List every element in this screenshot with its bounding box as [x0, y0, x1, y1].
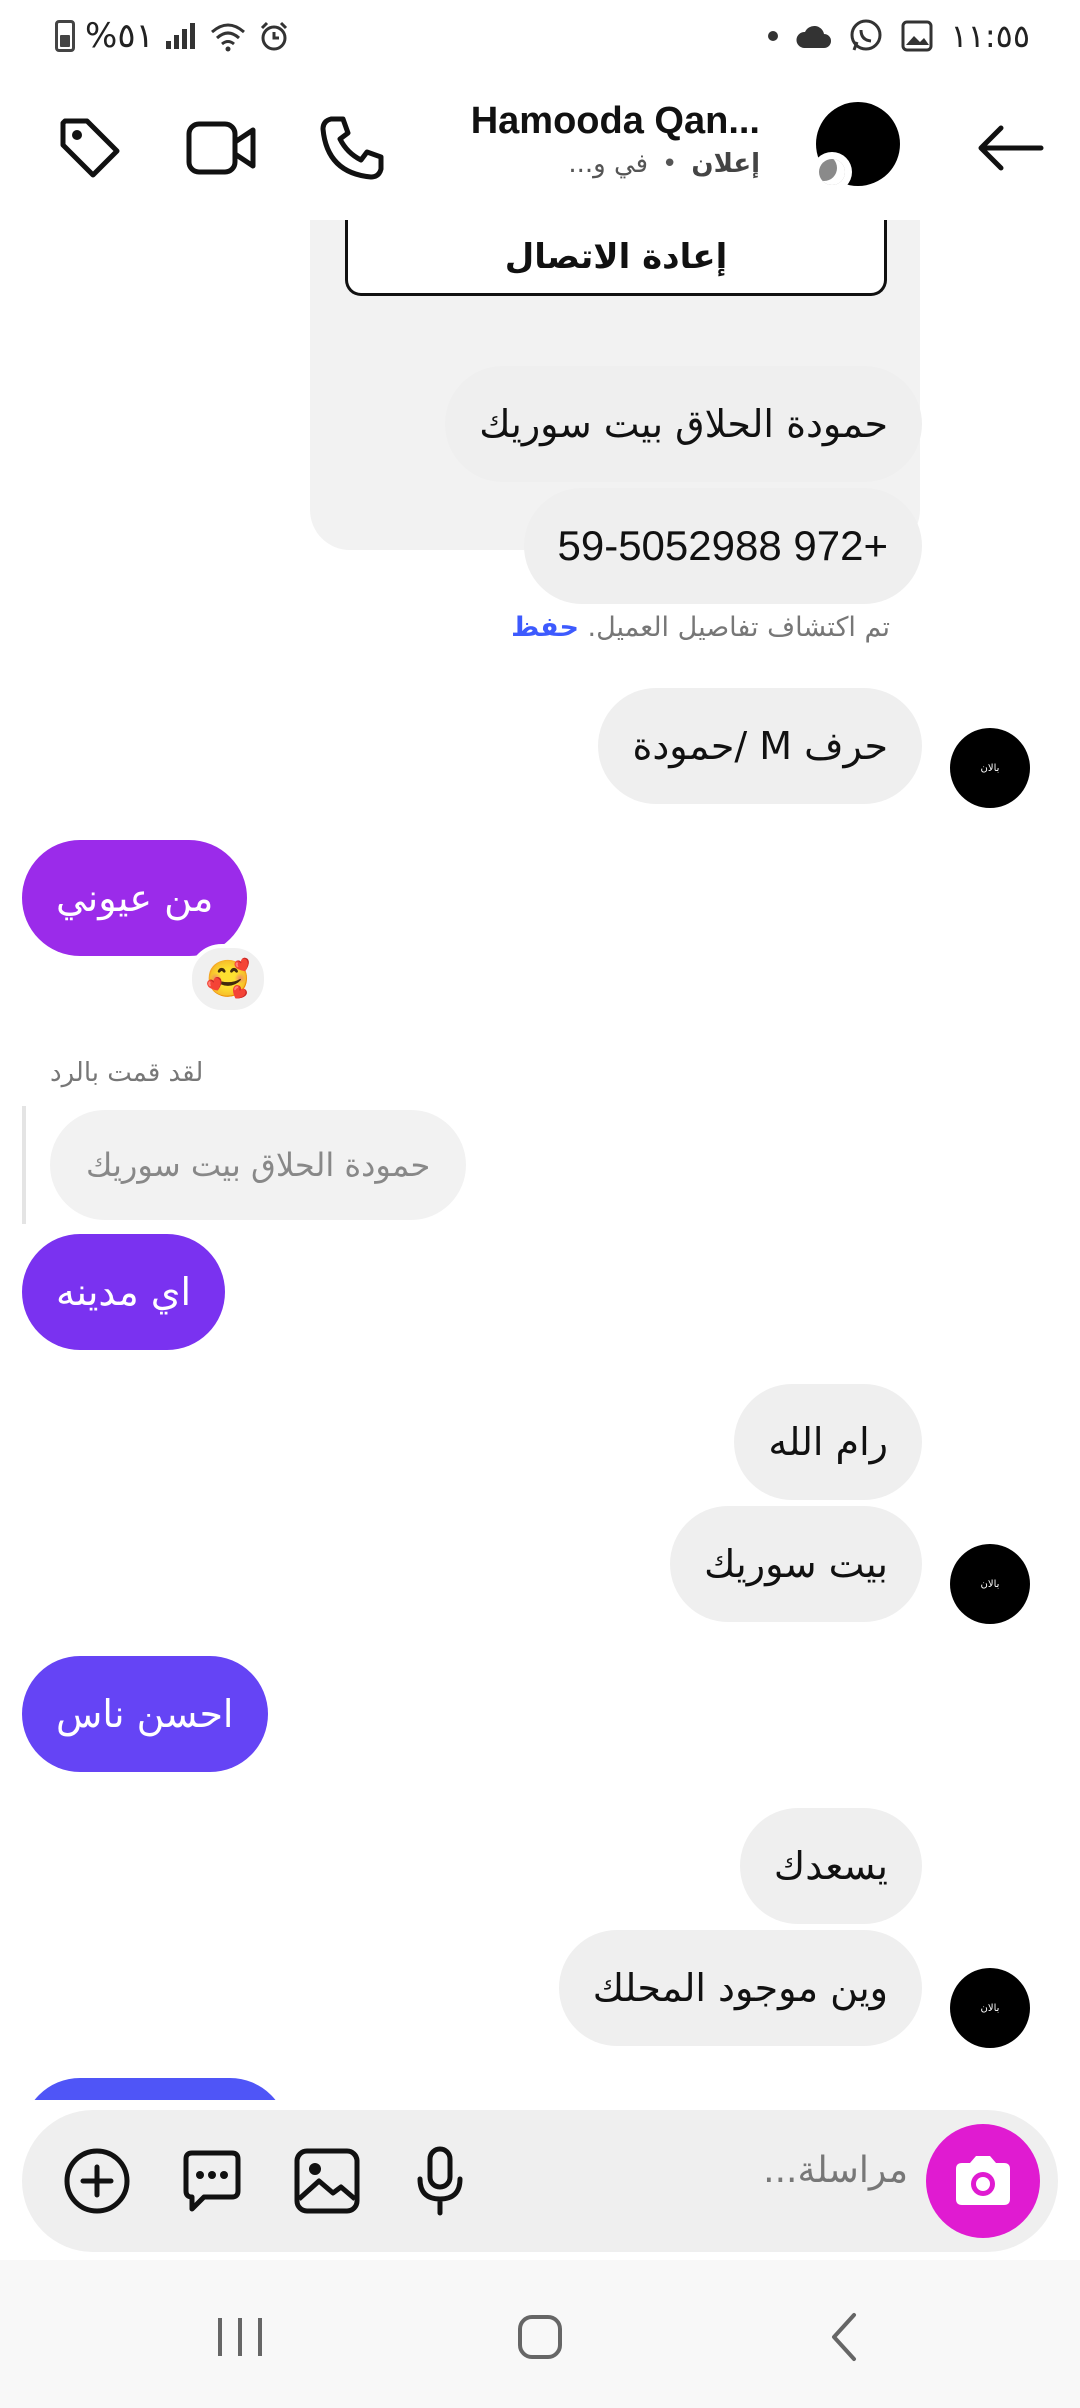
notification-dot-icon: [768, 31, 779, 41]
sender-avatar[interactable]: بالان: [950, 1544, 1030, 1624]
message-bubble[interactable]: رام الله: [734, 1384, 922, 1500]
gallery-icon: [901, 20, 933, 52]
system-navigation-bar: [0, 2260, 1080, 2408]
contact-info[interactable]: Hamooda Qan... إعلان • في و...: [430, 100, 760, 179]
cloud-icon: [796, 25, 832, 48]
back-arrow-icon[interactable]: [970, 108, 1050, 188]
status-bar: %٥١ ١١:٥٥: [0, 0, 1080, 70]
message-bubble[interactable]: حرف M /حمودة: [598, 688, 922, 804]
moon-icon: [812, 152, 852, 192]
phone-call-icon[interactable]: [312, 108, 392, 188]
message-bubble[interactable]: بيت سوريك: [670, 1506, 922, 1622]
contact-name: Hamooda Qan...: [470, 100, 760, 142]
recent-apps-icon[interactable]: [195, 2292, 285, 2382]
sender-avatar[interactable]: بالان: [950, 728, 1030, 808]
gallery-icon[interactable]: [287, 2141, 367, 2221]
message-bubble[interactable]: وين موجود المحلك: [558, 1930, 922, 2046]
wifi-icon: [210, 23, 245, 52]
status-right: ١١:٥٥: [768, 14, 1030, 58]
sent-message-bubble[interactable]: من عيوني: [22, 840, 248, 956]
replied-message-preview[interactable]: حمودة الحلاق بيت سوريك: [50, 1110, 467, 1220]
alarm-icon: [260, 21, 287, 51]
ad-label: إعلان: [691, 149, 760, 179]
tag-icon[interactable]: [50, 108, 130, 188]
sent-message-bubble[interactable]: احسن ناس: [22, 1656, 268, 1772]
separator-dot: •: [662, 149, 678, 179]
microphone-icon[interactable]: [400, 2141, 480, 2221]
home-icon[interactable]: [495, 2292, 585, 2382]
whatsapp-icon: [850, 19, 882, 51]
add-icon[interactable]: [57, 2141, 137, 2221]
chat-header: Hamooda Qan... إعلان • في و...: [0, 70, 1080, 220]
signal-icon: [165, 23, 195, 49]
battery-percent: %٥١: [85, 16, 154, 56]
contact-subtitle: إعلان • في و...: [430, 149, 760, 179]
status-text: في و...: [568, 149, 649, 179]
message-bubble[interactable]: حمودة الحلاق بيت سوريك: [445, 366, 922, 482]
chat-bubble-icon[interactable]: [172, 2141, 252, 2221]
message-composer: مراسلة...: [22, 2110, 1058, 2252]
reply-label: لقد قمت بالرد: [50, 1058, 204, 1088]
status-left: %٥١: [55, 14, 290, 58]
camera-button[interactable]: [926, 2124, 1040, 2238]
back-icon[interactable]: [800, 2292, 890, 2382]
status-time: ١١:٥٥: [950, 17, 1030, 55]
customer-details-note: تم اكتشاف تفاصيل العميل. حفظ: [511, 612, 890, 643]
save-link[interactable]: حفظ: [511, 612, 579, 643]
reconnect-button[interactable]: إعادة الاتصال: [345, 220, 887, 296]
message-list[interactable]: إعادة الاتصال حمودة الحلاق بيت سوريك +97…: [0, 220, 1080, 2100]
message-input[interactable]: مراسلة...: [763, 2150, 908, 2191]
sender-avatar[interactable]: بالان: [950, 1968, 1030, 2048]
battery-icon: [55, 20, 75, 52]
phone-number-bubble[interactable]: +972 59-5052988: [523, 488, 922, 604]
sent-message-bubble-partial[interactable]: [22, 2078, 288, 2100]
message-bubble[interactable]: يسعدك: [739, 1808, 922, 1924]
contact-avatar[interactable]: [812, 102, 900, 192]
reaction-badge[interactable]: 🥰: [188, 944, 268, 1014]
video-call-icon[interactable]: [182, 108, 262, 188]
sent-message-bubble[interactable]: اي مدينه: [22, 1234, 226, 1350]
camera-icon: [956, 2156, 1010, 2205]
reply-indicator: [22, 1106, 26, 1224]
note-text: تم اكتشاف تفاصيل العميل.: [587, 612, 891, 643]
